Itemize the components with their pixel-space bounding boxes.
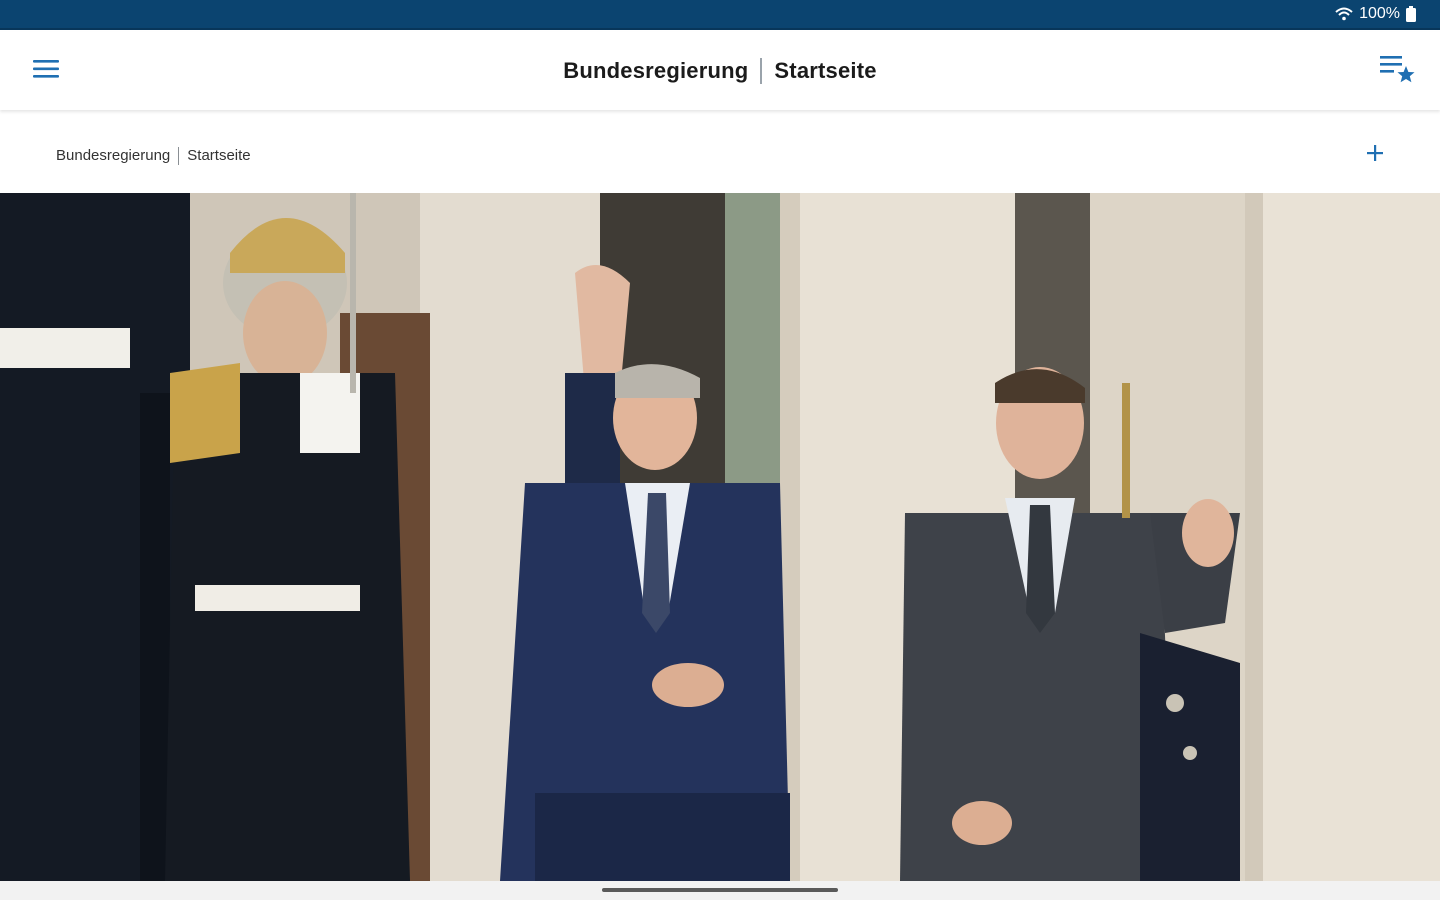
title-site: Bundesregierung: [563, 58, 749, 83]
breadcrumb-item-page[interactable]: Startseite: [187, 147, 250, 164]
battery-percentage: 100%: [1359, 5, 1400, 22]
gesture-handle[interactable]: [602, 888, 838, 892]
playlist-star-icon: [1378, 52, 1416, 91]
page-title: Bundesregierung Startseite: [563, 58, 877, 84]
wifi-icon: [1335, 7, 1353, 21]
expand-button[interactable]: [1360, 140, 1390, 170]
title-page: Startseite: [774, 58, 877, 83]
hero-image[interactable]: [0, 193, 1440, 881]
plus-icon: [1366, 144, 1384, 167]
system-status-bar: 100%: [0, 0, 1440, 30]
status-icons: 100%: [1335, 5, 1416, 23]
breadcrumb-item-site[interactable]: Bundesregierung: [56, 147, 170, 164]
breadcrumb-bar: Bundesregierung Startseite: [0, 118, 1440, 193]
watchlist-button[interactable]: [1376, 52, 1418, 90]
menu-button[interactable]: [26, 54, 66, 88]
title-divider: [760, 58, 763, 84]
app-bar: Bundesregierung Startseite: [0, 32, 1440, 110]
breadcrumb-separator: [178, 146, 180, 165]
hero-photo-illustration: [0, 193, 1440, 881]
battery-icon: [1406, 6, 1416, 22]
breadcrumb: Bundesregierung Startseite: [56, 146, 251, 165]
hamburger-menu-icon: [32, 58, 60, 85]
system-navigation-bar: [0, 881, 1440, 900]
